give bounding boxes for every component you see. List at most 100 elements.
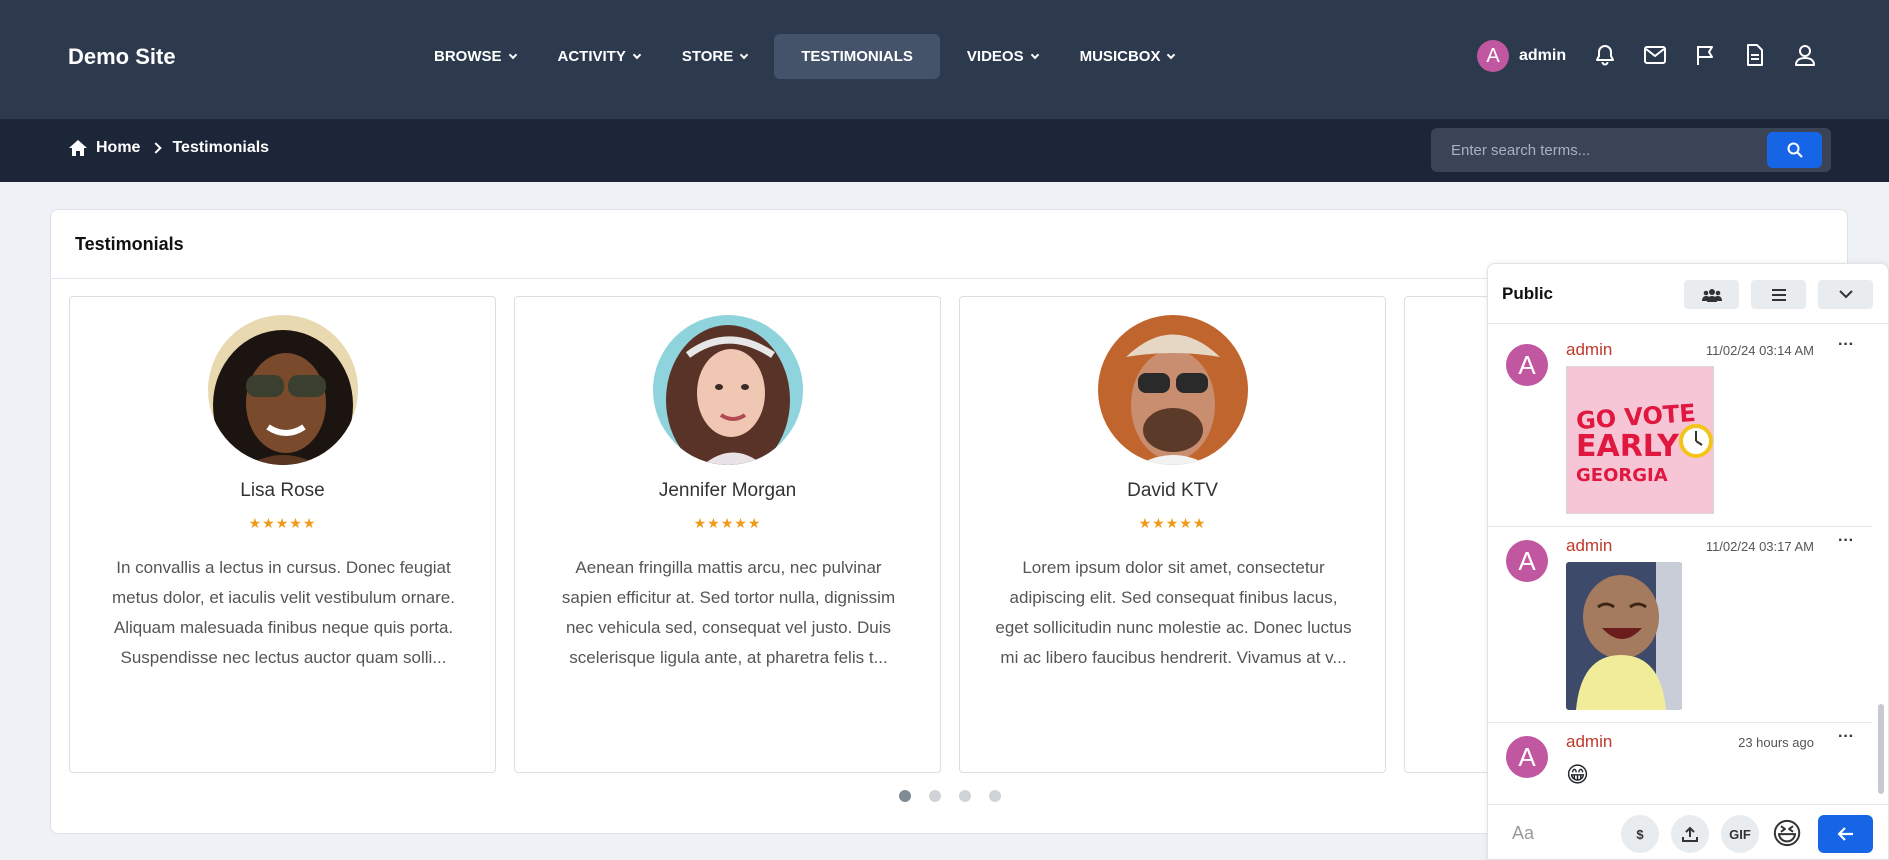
- gif-image[interactable]: [1566, 562, 1682, 710]
- testimonial-name: Jennifer Morgan: [658, 480, 797, 501]
- chat-message: A admin 11/02/24 03:17 AM ···: [1488, 528, 1872, 723]
- nav-store[interactable]: STORE: [667, 34, 762, 79]
- chat-title: Public: [1502, 284, 1554, 303]
- search-icon: [1787, 142, 1803, 158]
- chevron-down-icon: [508, 50, 517, 59]
- avatar: A: [1506, 344, 1548, 386]
- chat-header: Public: [1488, 264, 1888, 324]
- avatar: A: [1506, 736, 1548, 778]
- message-author[interactable]: admin: [1566, 340, 1612, 360]
- testimonial-photo: [1098, 315, 1248, 465]
- menu-button[interactable]: [1751, 280, 1806, 309]
- main-menu: BROWSE ACTIVITY STORE TESTIMONIALS VIDEO…: [419, 34, 1201, 79]
- chevron-right-icon: [150, 142, 163, 154]
- more-options-icon[interactable]: ···: [1838, 532, 1854, 550]
- nav-label: MUSICBOX: [1079, 48, 1161, 65]
- star-rating: ★★★★★: [1138, 515, 1207, 531]
- nav-icon-group: [1592, 42, 1842, 68]
- search-input[interactable]: [1431, 128, 1761, 172]
- testimonial-card: David KTV ★★★★★ Lorem ipsum dolor sit am…: [959, 296, 1386, 773]
- star-rating: ★★★★★: [248, 515, 317, 531]
- avatar: A: [1477, 40, 1509, 72]
- message-author[interactable]: admin: [1566, 732, 1612, 752]
- arrow-left-icon: [1837, 827, 1853, 841]
- site-brand[interactable]: Demo Site: [68, 44, 176, 70]
- chevron-down-icon: [740, 50, 749, 59]
- panel-title: Testimonials: [75, 234, 184, 254]
- search-button[interactable]: [1767, 132, 1822, 168]
- collapse-button[interactable]: [1818, 280, 1873, 309]
- breadcrumb: Home Testimonials: [68, 139, 269, 157]
- username: admin: [1519, 47, 1567, 64]
- sticker-text: EARLY: [1576, 429, 1679, 464]
- document-icon[interactable]: [1742, 42, 1768, 68]
- breadcrumb-home[interactable]: Home: [96, 139, 140, 157]
- message-emoji: 😁: [1566, 762, 1589, 787]
- nav-videos[interactable]: VIDEOS: [952, 34, 1053, 79]
- nav-label: STORE: [681, 48, 734, 65]
- chat-scrollbar[interactable]: [1878, 704, 1884, 794]
- testimonial-name: Lisa Rose: [240, 480, 325, 501]
- home-icon[interactable]: [68, 139, 88, 157]
- chat-widget: Public A admin 11/02/24 03:14 AM ··· GO …: [1487, 263, 1889, 860]
- message-author[interactable]: admin: [1566, 536, 1612, 556]
- testimonial-card: Jennifer Morgan ★★★★★ Aenean fringilla m…: [514, 296, 941, 773]
- carousel-dot[interactable]: [989, 790, 1001, 802]
- gif-button[interactable]: GIF: [1721, 815, 1759, 853]
- upload-button[interactable]: [1671, 815, 1709, 853]
- emoji-button[interactable]: 😆: [1768, 815, 1806, 853]
- chat-composer: $ GIF 😆: [1488, 804, 1888, 859]
- breadcrumb-current: Testimonials: [172, 139, 270, 156]
- testimonial-photo: [653, 315, 803, 465]
- send-button[interactable]: [1818, 815, 1873, 853]
- nav-browse[interactable]: BROWSE: [419, 34, 531, 79]
- carousel-dot[interactable]: [899, 790, 911, 802]
- chevron-down-icon: [1167, 50, 1176, 59]
- users-icon: [1701, 288, 1722, 302]
- message-time: 11/02/24 03:17 AM: [1705, 539, 1814, 554]
- upload-icon: [1682, 826, 1698, 842]
- testimonial-name: David KTV: [1127, 480, 1218, 501]
- message-input[interactable]: [1498, 815, 1608, 851]
- chevron-down-icon: [1838, 290, 1853, 299]
- nav-label: BROWSE: [434, 48, 502, 65]
- carousel-dot[interactable]: [929, 790, 941, 802]
- nav-label: VIDEOS: [966, 48, 1024, 65]
- message-time: 23 hours ago: [1738, 735, 1814, 750]
- search-box: [1431, 128, 1831, 172]
- testimonial-text: Aenean fringilla mattis arcu, nec pulvin…: [561, 558, 896, 667]
- nav-activity[interactable]: ACTIVITY: [543, 34, 655, 79]
- mail-icon[interactable]: [1642, 42, 1668, 68]
- chat-message: A admin 11/02/24 03:14 AM ··· GO VOTE EA…: [1488, 332, 1872, 527]
- message-time: 11/02/24 03:14 AM: [1705, 343, 1814, 358]
- avatar: A: [1506, 540, 1548, 582]
- chevron-down-icon: [1030, 50, 1039, 59]
- sticker-image[interactable]: GO VOTE EARLY GEORGIA: [1566, 366, 1714, 514]
- clock-icon: [1679, 424, 1713, 458]
- star-rating: ★★★★★: [693, 515, 762, 531]
- bell-icon[interactable]: [1592, 42, 1618, 68]
- chat-message: A admin 23 hours ago ··· 😁: [1488, 724, 1872, 804]
- sticker-text: GEORGIA: [1576, 465, 1668, 486]
- more-options-icon[interactable]: ···: [1838, 336, 1854, 354]
- list-icon: [1771, 288, 1786, 301]
- flag-icon[interactable]: [1692, 42, 1718, 68]
- user-icon[interactable]: [1792, 42, 1818, 68]
- nav-label: TESTIMONIALS: [801, 48, 913, 65]
- carousel-pagination: [899, 790, 1019, 802]
- more-options-icon[interactable]: ···: [1838, 728, 1854, 746]
- nav-testimonials[interactable]: TESTIMONIALS: [774, 34, 940, 79]
- testimonial-text: Lorem ipsum dolor sit amet, consectetur …: [995, 558, 1352, 667]
- testimonial-card: Lisa Rose ★★★★★ In convallis a lectus in…: [69, 296, 496, 773]
- tip-button[interactable]: $: [1621, 815, 1659, 853]
- testimonial-carousel: Lisa Rose ★★★★★ In convallis a lectus in…: [69, 296, 1539, 776]
- nav-musicbox[interactable]: MUSICBOX: [1065, 34, 1190, 79]
- testimonial-text: In convallis a lectus in cursus. Donec f…: [112, 558, 455, 667]
- nav-label: ACTIVITY: [557, 48, 626, 65]
- testimonial-photo: [208, 315, 358, 465]
- breadcrumb-bar: Home Testimonials: [0, 119, 1889, 182]
- users-button[interactable]: [1684, 280, 1739, 309]
- carousel-dot[interactable]: [959, 790, 971, 802]
- user-menu[interactable]: A admin: [1477, 40, 1566, 72]
- chevron-down-icon: [632, 50, 642, 59]
